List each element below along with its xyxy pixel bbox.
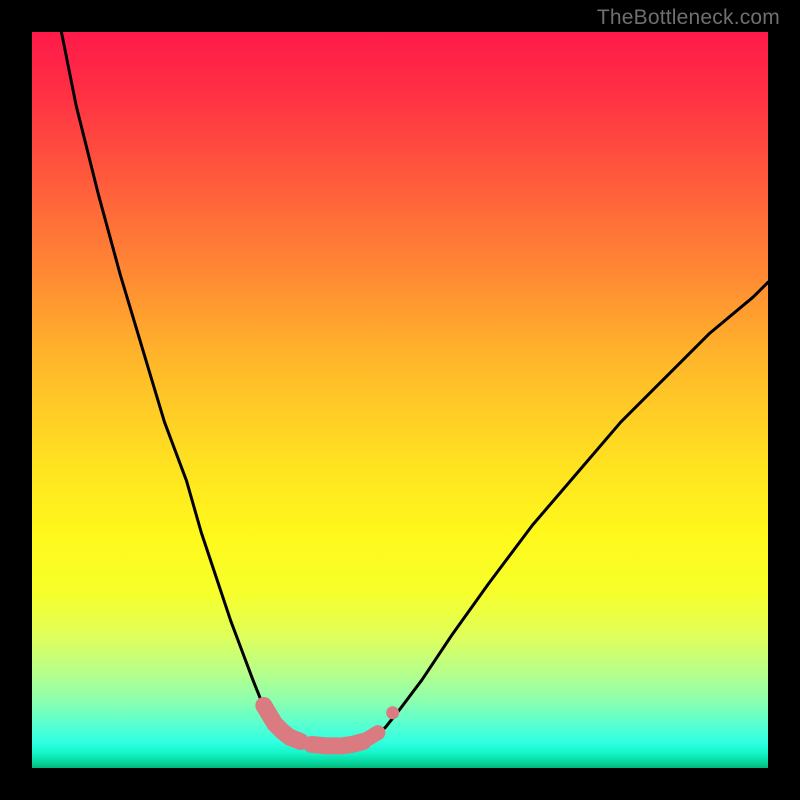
marker-cluster-floor <box>312 742 364 746</box>
marker-cluster-right <box>363 733 378 742</box>
watermark-text: TheBottleneck.com <box>597 6 780 30</box>
chart-frame: TheBottleneck.com <box>0 0 800 800</box>
curve-layer <box>32 32 768 768</box>
marker-dot <box>386 706 399 719</box>
bottleneck-curve <box>61 32 768 746</box>
marker-cluster-left <box>264 705 301 741</box>
plot-area <box>32 32 768 768</box>
